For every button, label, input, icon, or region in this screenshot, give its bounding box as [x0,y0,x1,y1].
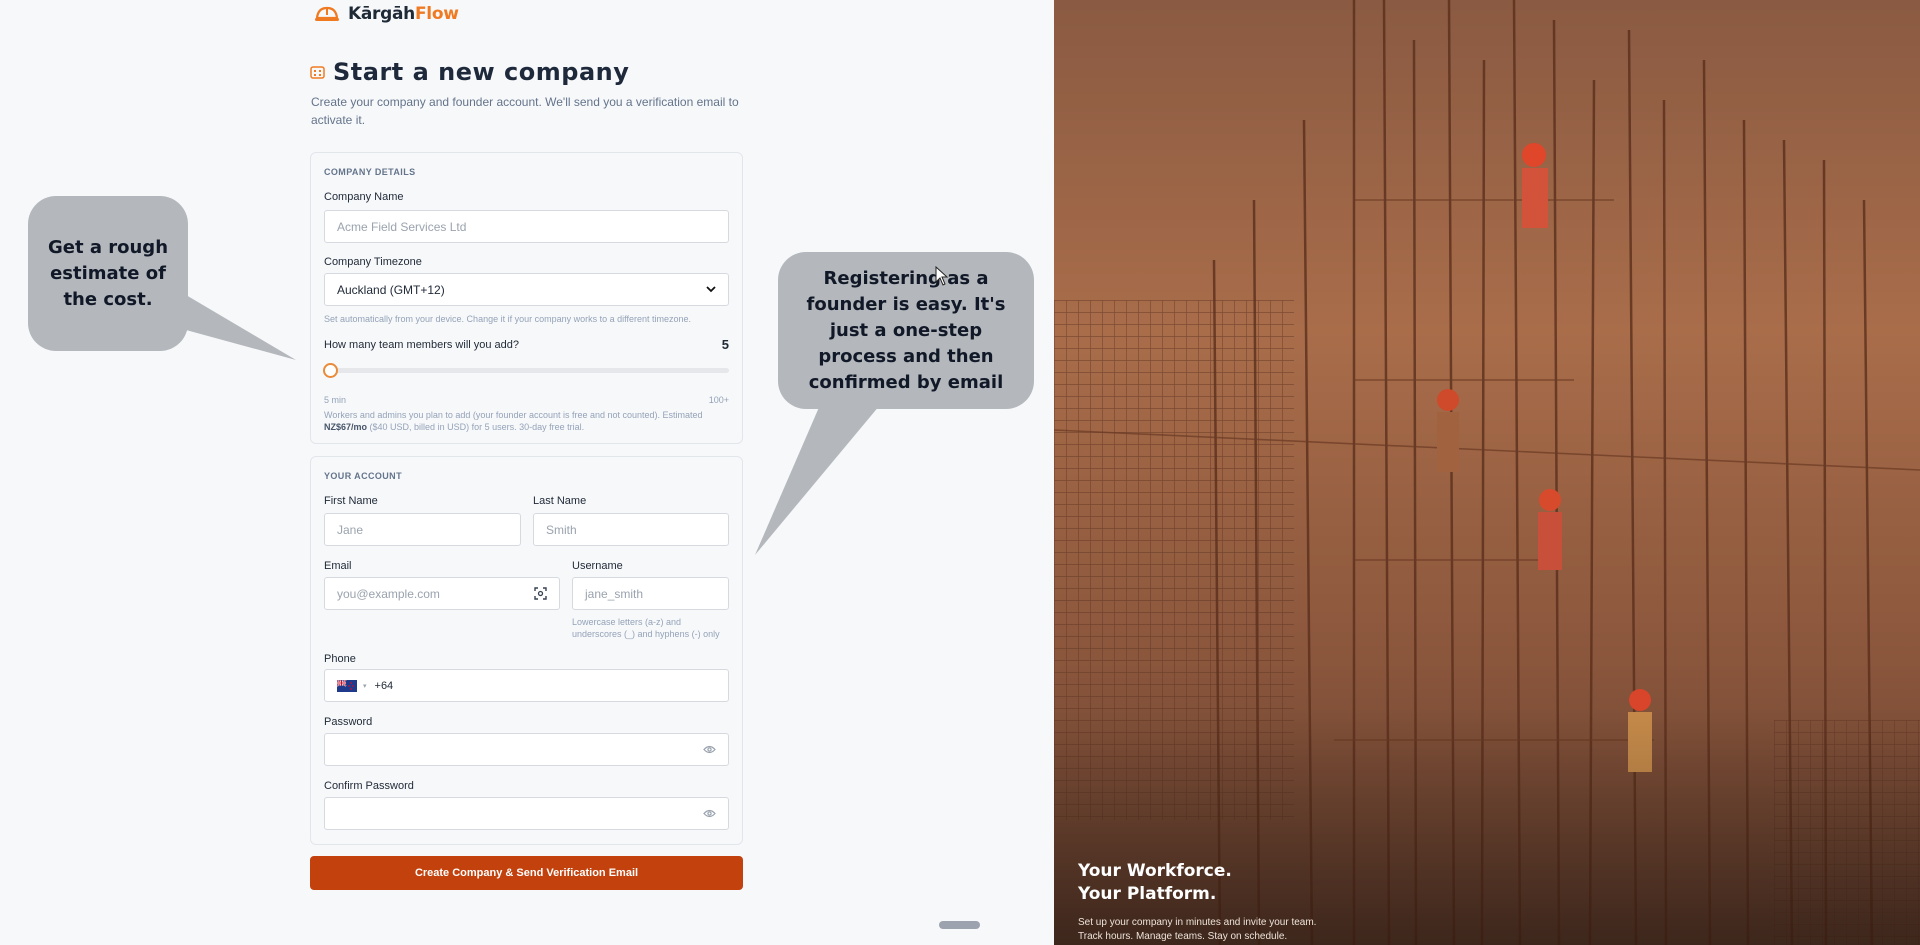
callout-founder-signup: Registering as a founder is easy. It's j… [778,252,1034,409]
scroll-handle[interactable] [939,921,980,929]
mouse-cursor-icon [935,266,949,286]
hero-title: Your Workforce. Your Platform. [1078,861,1232,904]
callout-tails [186,295,880,555]
form-panel: KārgāhFlow Start a new company Create yo… [0,0,1054,945]
construction-workers-image [1054,0,1920,945]
hero-subtitle: Set up your company in minutes and invit… [1078,917,1317,942]
hero-panel: Your Workforce. Your Platform. Set up yo… [1054,0,1920,945]
callout-cost-estimate: Get a rough estimate of the cost. [28,196,188,351]
